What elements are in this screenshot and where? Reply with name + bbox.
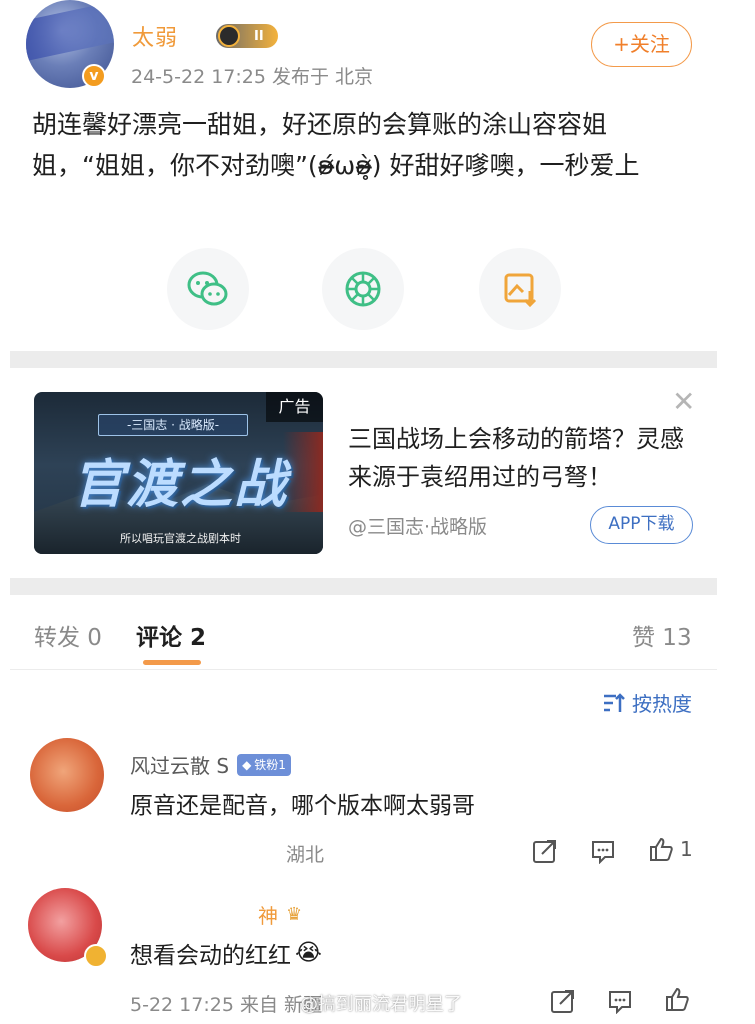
ad-tag: 广告: [266, 392, 323, 422]
like-comment-button[interactable]: 1: [648, 836, 693, 862]
follow-button[interactable]: +关注: [591, 22, 692, 67]
ad-image-caption: 所以唱玩官渡之战剧本时: [120, 532, 241, 545]
share-moments-button[interactable]: [322, 248, 404, 330]
ad-image-subtitle: -三国志 · 战略版-: [98, 414, 248, 436]
author-name[interactable]: 太弱: [132, 20, 178, 52]
ad-source[interactable]: @三国志·战略版: [348, 512, 487, 539]
verified-badge-icon: [84, 944, 108, 968]
close-icon[interactable]: ✕: [672, 388, 695, 416]
crown-icon: ♛: [286, 904, 303, 925]
thumbs-up-icon: [650, 837, 673, 861]
ad-image-logo: 官渡之战: [72, 454, 289, 515]
watermark: @搞到丽流君明星了: [300, 994, 462, 1015]
share-arrow-icon: [533, 840, 556, 863]
commenter-name[interactable]: 风过云散 S: [130, 750, 229, 779]
tab-divider: [10, 669, 717, 670]
share-arrow-icon: [551, 990, 574, 1013]
comment-text: 原音还是配音，哪个版本啊太弱哥: [130, 793, 475, 819]
tab-comments[interactable]: 评论 2: [136, 618, 206, 652]
verified-badge-icon: v: [82, 64, 106, 88]
commenter-name[interactable]: 神: [258, 900, 278, 929]
tab-repost[interactable]: 转发 0: [34, 618, 102, 652]
fan-badge: ◆ 铁粉1: [237, 753, 291, 776]
wechat-icon: [187, 271, 228, 306]
active-tab-indicator: [143, 660, 201, 665]
repost-comment-button[interactable]: [550, 988, 576, 1018]
comment-header: 风过云散 S ◆ 铁粉1: [130, 750, 291, 779]
post-meta: 24-5-22 17:25 发布于 北京: [131, 66, 374, 88]
avatar[interactable]: [30, 738, 104, 812]
comment-text-row: 想看会动的红红 😭: [130, 936, 322, 970]
section-divider: [10, 351, 717, 368]
app-download-button[interactable]: APP下载: [590, 506, 693, 544]
sort-icon: [604, 692, 625, 712]
like-count: 1: [680, 837, 693, 861]
reply-comment-button[interactable]: [607, 988, 633, 1018]
save-image-icon: [504, 273, 537, 308]
moments-icon: [345, 271, 381, 307]
level-medal-icon: [218, 25, 240, 47]
diamond-icon: ◆: [242, 757, 252, 772]
comment-icon: [592, 841, 614, 865]
section-divider: [10, 578, 717, 595]
sort-label: 按热度: [632, 692, 692, 716]
sort-by-hot-button[interactable]: 按热度: [602, 688, 692, 717]
thumbs-up-icon: [666, 987, 689, 1011]
save-image-button[interactable]: [479, 248, 561, 330]
fan-badge-label: 铁粉1: [254, 758, 286, 772]
comment-meta: 5-22 17:25 来自 新疆: [130, 994, 322, 1016]
ad-text[interactable]: 三国战场上会移动的箭塔？灵感来源于袁绍用过的弓弩！: [348, 420, 698, 496]
level-badge: II: [216, 24, 278, 48]
tab-likes[interactable]: 赞 13: [632, 618, 692, 652]
repost-comment-button[interactable]: [532, 838, 558, 868]
reply-comment-button[interactable]: [590, 838, 616, 868]
crying-emoji-icon: 😭: [295, 940, 322, 966]
comment-text: 想看会动的红红: [130, 943, 291, 969]
comment-header: 神 ♛: [258, 900, 302, 929]
level-label: II: [254, 28, 264, 44]
like-comment-button[interactable]: [664, 986, 690, 1016]
post-body: 胡连馨好漂亮一甜姐，好还原的会算账的涂山容容姐姐，“姐姐，你不对劲噢”(ʚ̴̶̷…: [32, 110, 640, 180]
share-wechat-button[interactable]: [167, 248, 249, 330]
comment-meta: 湖北: [286, 844, 325, 866]
comment-icon: [609, 991, 631, 1015]
